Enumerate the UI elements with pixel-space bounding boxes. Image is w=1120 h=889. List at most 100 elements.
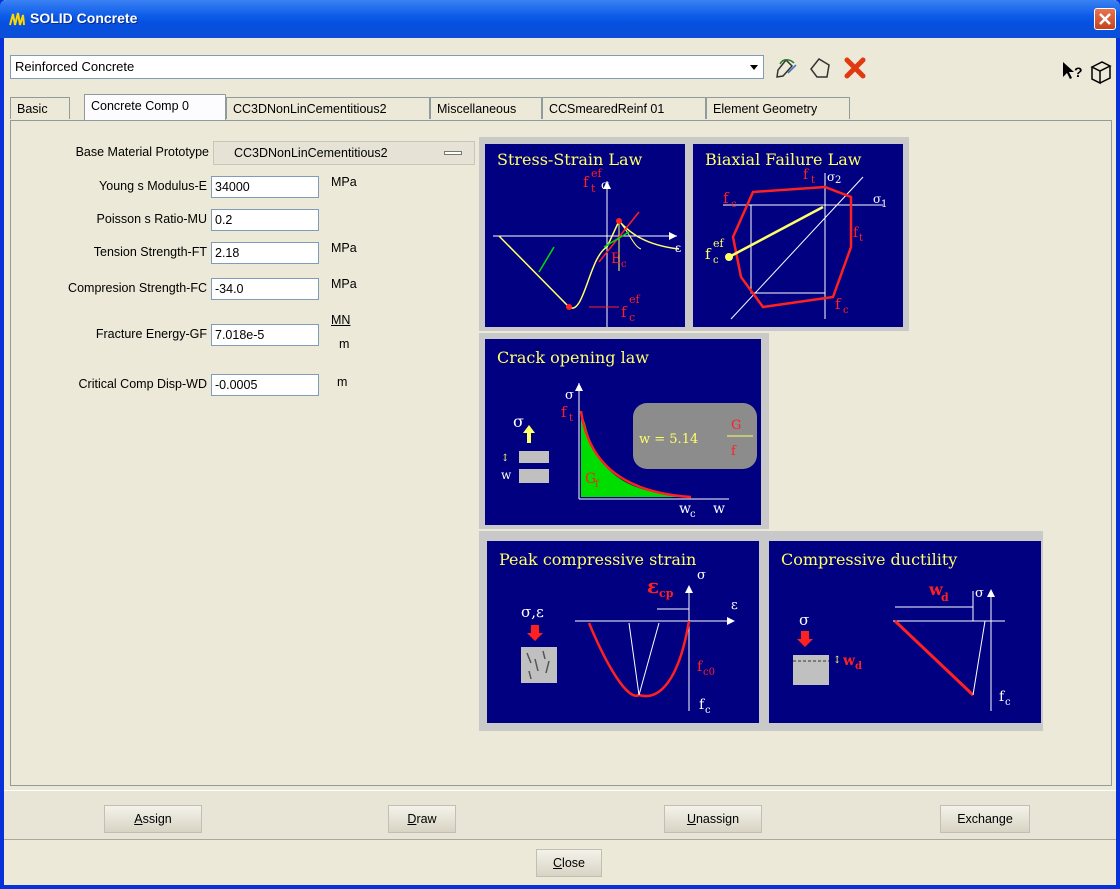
- biaxial-diagram: Biaxial Failure Law f c f t σ 2 σ 1 f t …: [693, 144, 903, 327]
- compression-diagrams-frame: Peak compressive strain ε cp σ ε f c0 f …: [479, 531, 1043, 731]
- fracture-energy-field[interactable]: 7.018e-5: [211, 324, 319, 346]
- close-window-button[interactable]: [1094, 8, 1116, 30]
- svg-text:ε: ε: [731, 598, 738, 613]
- svg-text:c: c: [629, 311, 635, 324]
- draw-button[interactable]: Draw: [388, 805, 456, 833]
- base-material-label: Base Material Prototype: [75, 145, 209, 159]
- tension-strength-field[interactable]: 2.18: [211, 242, 319, 264]
- poissons-ratio-field[interactable]: 0.2: [211, 209, 319, 231]
- svg-text:c: c: [690, 509, 696, 520]
- svg-text:c: c: [843, 305, 849, 316]
- youngs-modulus-unit: MPa: [331, 175, 357, 189]
- edit-icon[interactable]: [774, 55, 800, 81]
- svg-text:ef: ef: [713, 237, 725, 250]
- svg-text:t: t: [591, 182, 596, 195]
- close-icon: [1099, 13, 1111, 25]
- svg-text:1: 1: [881, 199, 887, 210]
- close-button[interactable]: Close: [536, 849, 602, 877]
- svg-text:σ: σ: [697, 568, 706, 583]
- tab-ccsmearedreinf-01[interactable]: CCSmearedReinf 01: [542, 97, 706, 119]
- stress-strain-title: Stress-Strain Law: [497, 150, 643, 169]
- tab-panel: Base Material Prototype CC3DNonLinCement…: [10, 120, 1112, 786]
- svg-text:ef: ef: [591, 167, 603, 180]
- compression-strength-field[interactable]: -34.0: [211, 278, 319, 300]
- svg-text:c: c: [1005, 697, 1011, 708]
- biaxial-title: Biaxial Failure Law: [705, 150, 862, 169]
- fracture-energy-unit-numerator: MN: [331, 313, 351, 327]
- svg-text:d: d: [941, 591, 949, 604]
- svg-text:σ: σ: [601, 178, 609, 192]
- svg-text:c: c: [731, 199, 737, 210]
- svg-text:c: c: [621, 259, 627, 270]
- assign-button[interactable]: Assign: [104, 805, 202, 833]
- material-combo[interactable]: Reinforced Concrete: [10, 55, 764, 79]
- fracture-energy-label: Fracture Energy-GF: [95, 327, 207, 341]
- app-icon: [9, 12, 25, 26]
- svg-text:ef: ef: [629, 293, 641, 306]
- exchange-button[interactable]: Exchange: [940, 805, 1030, 833]
- svg-text:σ: σ: [827, 170, 835, 184]
- svg-text:w: w: [501, 468, 512, 482]
- material-combo-value: Reinforced Concrete: [15, 59, 135, 74]
- svg-text:σ,ε: σ,ε: [521, 603, 544, 621]
- tab-miscellaneous[interactable]: Miscellaneous: [430, 97, 542, 119]
- compression-strength-unit: MPa: [331, 277, 357, 291]
- dropdown-indicator-icon: [444, 151, 462, 155]
- critical-comp-disp-unit: m: [337, 375, 348, 389]
- svg-text:σ: σ: [513, 412, 524, 431]
- tab-cc3dnonlincementitious2[interactable]: CC3DNonLinCementitious2: [226, 97, 430, 119]
- tension-strength-label: Tension Strength-FT: [93, 245, 207, 259]
- youngs-modulus-field[interactable]: 34000: [211, 176, 319, 198]
- svg-text:t: t: [569, 413, 573, 424]
- crack-opening-title: Crack opening law: [497, 348, 649, 367]
- svg-text:2: 2: [835, 175, 841, 186]
- svg-text:t: t: [811, 175, 815, 186]
- svg-text:w: w: [713, 501, 725, 517]
- svg-text:E: E: [611, 251, 621, 267]
- base-material-dropdown[interactable]: CC3DNonLinCementitious2: [213, 141, 475, 165]
- svg-text:↕: ↕: [501, 453, 509, 464]
- tab-strip: Basic Concrete Comp 0 CC3DNonLinCementit…: [10, 94, 1112, 120]
- svg-text:G: G: [731, 418, 741, 433]
- critical-comp-disp-field[interactable]: -0.0005: [211, 374, 319, 396]
- svg-text:t: t: [859, 233, 863, 244]
- critical-comp-disp-label: Critical Comp Disp-WD: [78, 377, 207, 391]
- close-button-bar: Close: [4, 839, 1116, 885]
- svg-text:cp: cp: [659, 587, 674, 600]
- svg-text:?: ?: [1074, 64, 1083, 80]
- compressive-ductility-title: Compressive ductility: [781, 550, 957, 569]
- window-title: SOLID Concrete: [30, 10, 138, 26]
- peak-strain-title: Peak compressive strain: [499, 550, 696, 569]
- svg-text:ε: ε: [675, 241, 681, 255]
- stress-strain-diagrams-frame: Stress-Strain Law σ f ef t ε E c f ef c …: [479, 137, 909, 331]
- compression-strength-label: Compresion Strength-FC: [68, 281, 207, 295]
- tab-concrete-comp-0[interactable]: Concrete Comp 0: [84, 94, 226, 120]
- svg-text:d: d: [855, 661, 862, 672]
- unassign-button[interactable]: Unassign: [664, 805, 762, 833]
- action-button-bar: Assign Draw Unassign Exchange: [4, 790, 1116, 840]
- crack-opening-diagram: Crack opening law σ f t G f w c w w = 5.…: [485, 339, 761, 525]
- title-bar[interactable]: SOLID Concrete: [0, 0, 1120, 38]
- svg-text:σ: σ: [975, 586, 984, 601]
- svg-text:w = 5.14: w = 5.14: [639, 432, 698, 447]
- fracture-energy-unit-denominator: m: [339, 337, 350, 351]
- tab-basic[interactable]: Basic: [10, 97, 70, 119]
- delete-icon[interactable]: [842, 55, 868, 81]
- context-help-icon[interactable]: ?: [1060, 59, 1086, 85]
- tab-element-geometry[interactable]: Element Geometry: [706, 97, 850, 119]
- youngs-modulus-label: Young s Modulus-E: [99, 179, 207, 193]
- svg-text:ε: ε: [647, 574, 659, 598]
- eraser-icon[interactable]: [807, 55, 833, 81]
- chevron-down-icon[interactable]: [747, 58, 761, 76]
- svg-text:↕: ↕: [833, 655, 841, 666]
- compressive-ductility-diagram: Compressive ductility w d σ f c σ ↕ w d: [769, 541, 1041, 723]
- peak-strain-diagram: Peak compressive strain ε cp σ ε f c0 f …: [487, 541, 759, 723]
- poissons-ratio-label: Poisson s Ratio-MU: [96, 212, 207, 226]
- svg-text:c: c: [705, 705, 711, 716]
- help-book-icon[interactable]: [1088, 59, 1114, 85]
- base-material-value: CC3DNonLinCementitious2: [234, 146, 388, 160]
- svg-text:w: w: [842, 653, 856, 669]
- toolbar: Reinforced Concrete ?: [4, 38, 1116, 98]
- main-window: SOLID Concrete Reinforced Concrete ? Bas…: [0, 0, 1120, 889]
- svg-text:c0: c0: [703, 667, 715, 678]
